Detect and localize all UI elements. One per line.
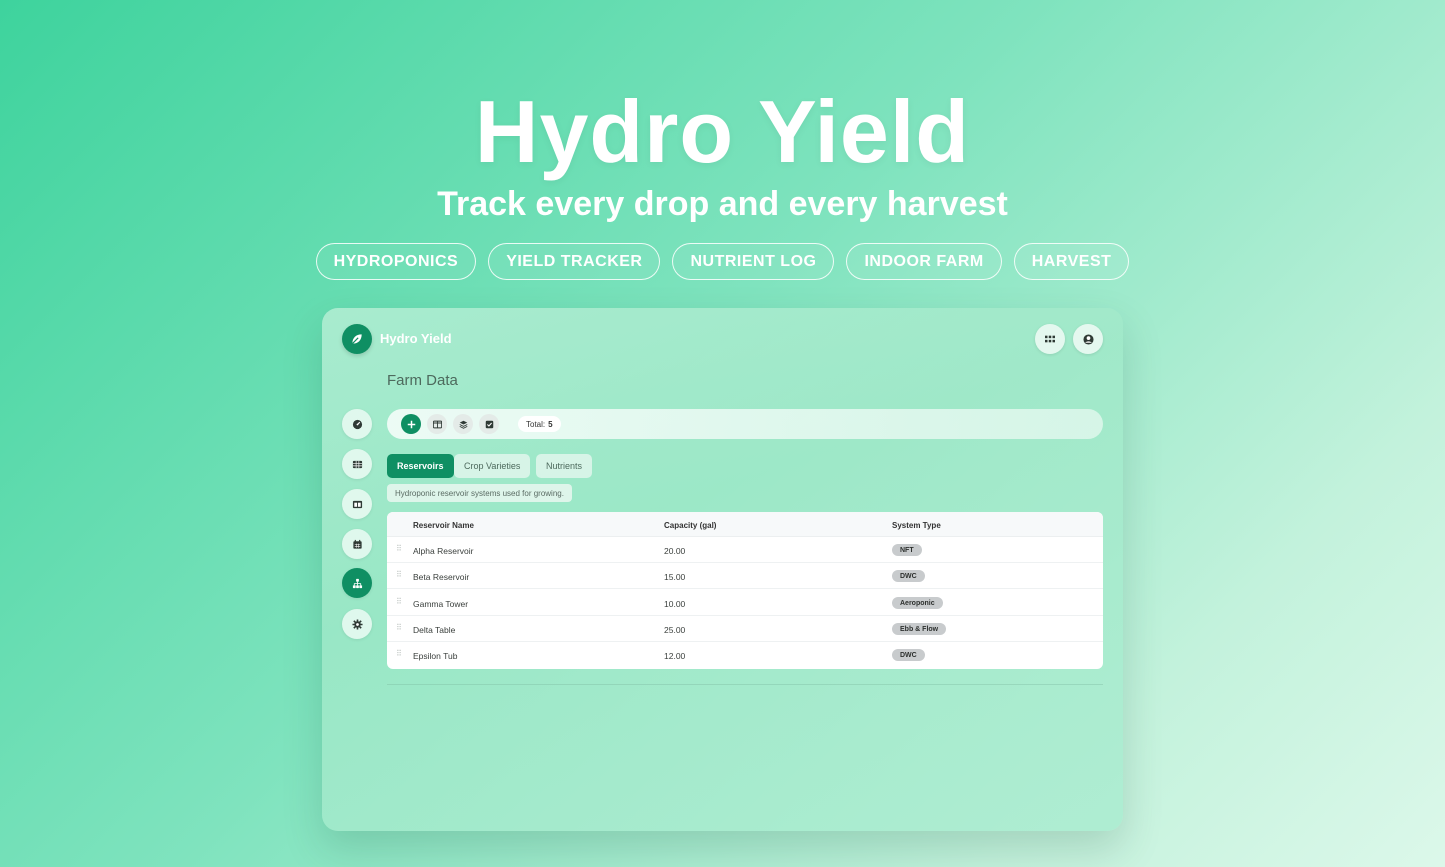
user-profile-button[interactable]: [1073, 324, 1103, 354]
cell-capacity: 15.00: [664, 572, 686, 582]
layers-button[interactable]: [453, 414, 473, 434]
select-button[interactable]: [479, 414, 499, 434]
tag-chip: INDOOR FARM: [846, 243, 1002, 280]
cell-capacity: 10.00: [664, 599, 686, 609]
system-type-badge: Aeroponic: [892, 597, 943, 609]
cell-name: Alpha Reservoir: [413, 546, 474, 556]
tab-description: Hydroponic reservoir systems used for gr…: [387, 484, 572, 502]
user-circle-icon: [1082, 333, 1094, 345]
tag-chip: YIELD TRACKER: [488, 243, 661, 280]
table-row[interactable]: ⠿ Gamma Tower 10.00 Aeroponic: [387, 590, 1103, 616]
table-row[interactable]: ⠿ Beta Reservoir 15.00 DWC: [387, 563, 1103, 589]
columns-icon: [432, 420, 442, 428]
leaf-icon: [351, 334, 362, 345]
checkbox-icon: [485, 420, 493, 428]
total-count-badge: Total: 5: [518, 416, 561, 432]
column-view-button[interactable]: [427, 414, 447, 434]
tag-chip: NUTRIENT LOG: [672, 243, 835, 280]
sidebar-item-settings[interactable]: [342, 609, 372, 639]
calendar-icon: [352, 539, 362, 549]
column-header-name[interactable]: Reservoir Name: [413, 521, 474, 530]
drag-handle-icon[interactable]: ⠿: [396, 570, 402, 579]
columns-icon: [352, 500, 362, 508]
cell-name: Gamma Tower: [413, 599, 469, 609]
tag-chip: HYDROPONICS: [315, 243, 477, 280]
table-row[interactable]: ⠿ Delta Table 25.00 Ebb & Flow: [387, 616, 1103, 642]
system-type-badge: NFT: [892, 544, 922, 556]
app-window: Hydro Yield Farm Data Total: 5 Reservoir…: [322, 308, 1123, 831]
dashboard-gauge-icon: [352, 419, 362, 429]
tag-chips: HYDROPONICS YIELD TRACKER NUTRIENT LOG I…: [0, 243, 1445, 280]
reservoir-table: Reservoir Name Capacity (gal) System Typ…: [387, 512, 1103, 669]
hero-subtitle: Track every drop and every harvest: [437, 185, 1008, 223]
cell-name: Delta Table: [413, 625, 456, 635]
drag-handle-icon[interactable]: ⠿: [396, 649, 402, 658]
tab-crop-varieties[interactable]: Crop Varieties: [454, 454, 531, 478]
system-type-badge: DWC: [892, 649, 925, 661]
table-header: Reservoir Name Capacity (gal) System Typ…: [387, 512, 1103, 537]
tab-reservoirs[interactable]: Reservoirs: [387, 454, 454, 478]
apps-button[interactable]: [1035, 324, 1065, 354]
apps-grid-icon: [1045, 335, 1055, 343]
system-type-badge: DWC: [892, 570, 925, 582]
add-icon: [407, 420, 415, 428]
sidebar-item-calendar[interactable]: [342, 529, 372, 559]
table-row[interactable]: ⠿ Alpha Reservoir 20.00 NFT: [387, 537, 1103, 563]
total-value: 5: [548, 419, 553, 429]
cell-name: Beta Reservoir: [413, 572, 470, 582]
cell-capacity: 20.00: [664, 546, 686, 556]
table-row[interactable]: ⠿ Epsilon Tub 12.00 DWC: [387, 642, 1103, 668]
app-logo[interactable]: [342, 324, 372, 354]
drag-handle-icon[interactable]: ⠿: [396, 544, 402, 553]
sidebar-item-hierarchy[interactable]: [342, 568, 372, 598]
sidebar-item-columns[interactable]: [342, 489, 372, 519]
add-record-button[interactable]: [401, 414, 421, 434]
sidebar-item-table[interactable]: [342, 449, 372, 479]
tag-chip: HARVEST: [1013, 243, 1130, 280]
table-icon: [352, 460, 362, 468]
sidebar-item-dashboard[interactable]: [342, 409, 372, 439]
layers-icon: [459, 420, 467, 429]
cell-capacity: 12.00: [664, 651, 686, 661]
column-header-system-type[interactable]: System Type: [892, 521, 941, 530]
system-type-badge: Ebb & Flow: [892, 623, 947, 635]
cell-name: Epsilon Tub: [413, 651, 458, 661]
content-divider: [387, 684, 1103, 685]
gear-icon: [351, 618, 363, 630]
drag-handle-icon[interactable]: ⠿: [396, 597, 402, 606]
hero-title: Hydro Yield: [474, 82, 971, 181]
total-label: Total:: [526, 419, 546, 429]
drag-handle-icon[interactable]: ⠿: [396, 623, 402, 632]
page-title: Farm Data: [387, 372, 458, 389]
hierarchy-icon: [352, 578, 362, 588]
column-header-capacity[interactable]: Capacity (gal): [664, 521, 716, 530]
toolbar: Total: 5: [387, 409, 1103, 439]
tab-nutrients[interactable]: Nutrients: [536, 454, 593, 478]
app-name: Hydro Yield: [380, 331, 452, 346]
cell-capacity: 25.00: [664, 625, 686, 635]
